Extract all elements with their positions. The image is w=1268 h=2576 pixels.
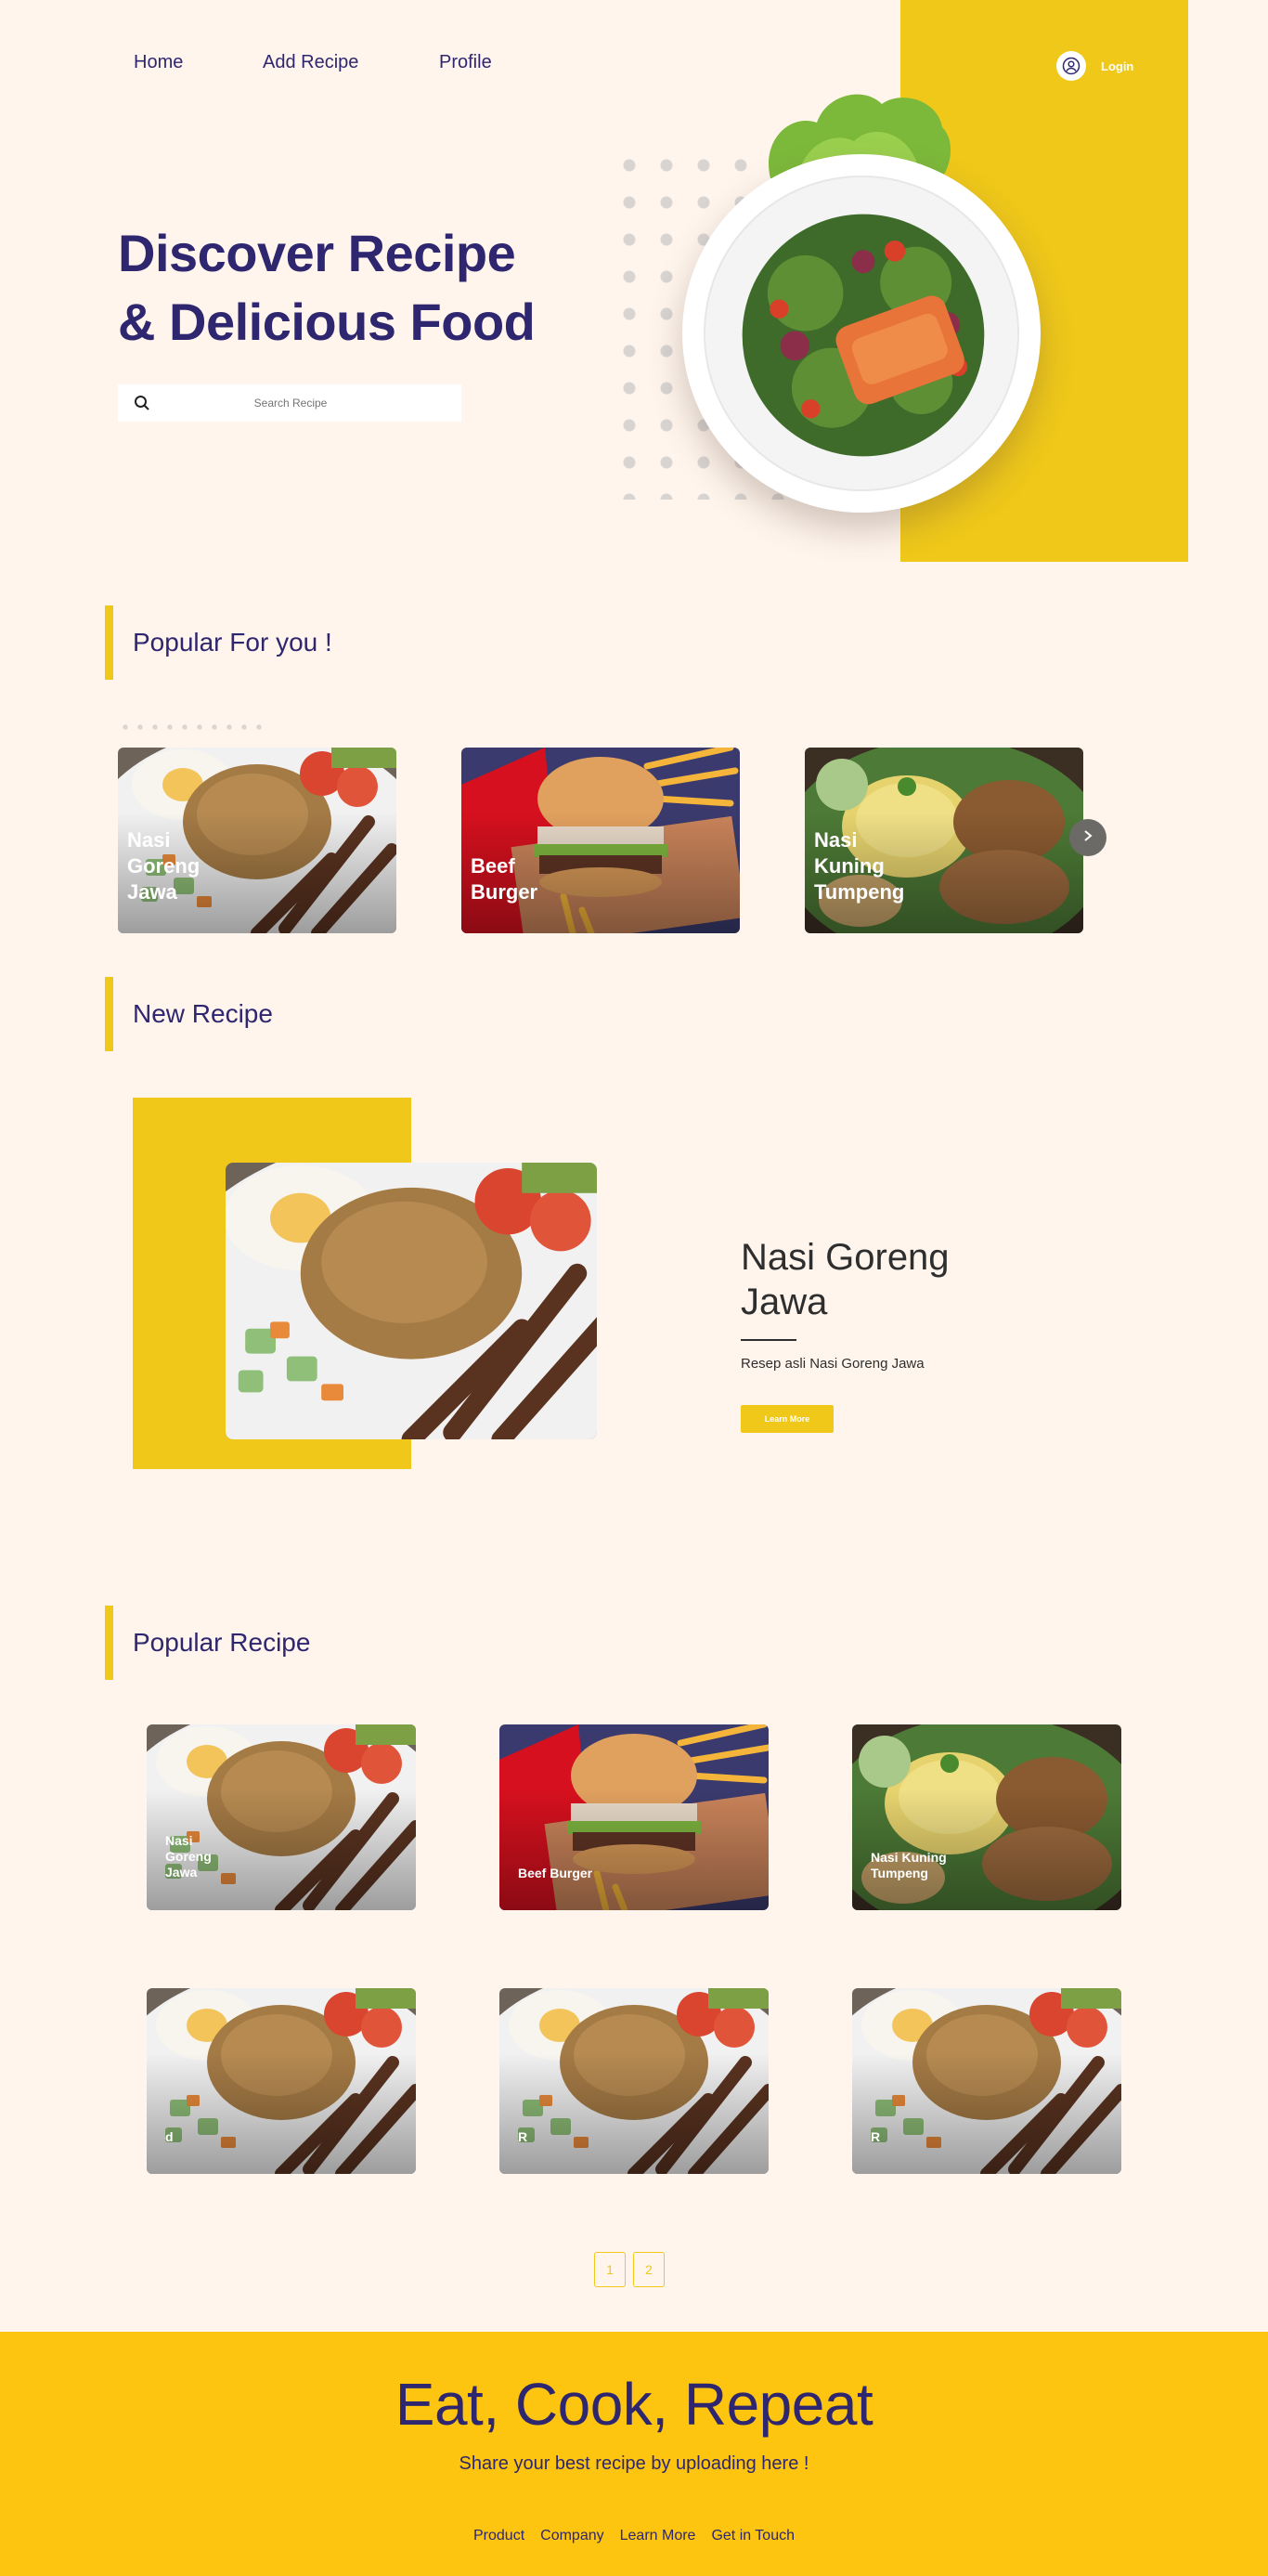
- footer-links: Product Company Learn More Get in Touch: [0, 2528, 1268, 2544]
- footer-link-get-in-touch[interactable]: Get in Touch: [711, 2528, 795, 2544]
- footer-link-company[interactable]: Company: [540, 2528, 603, 2544]
- card-label: Nasi Goreng Jawa: [165, 1833, 212, 1880]
- card-label: Nasi Kuning Tumpeng: [871, 1850, 947, 1880]
- new-recipe-title: Nasi Goreng Jawa: [741, 1237, 950, 1322]
- new-recipe-description: Resep asli Nasi Goreng Jawa: [741, 1356, 925, 1372]
- recipe-card[interactable]: Nasi Goreng Jawa: [147, 1724, 416, 1910]
- section-accent-bar: [105, 1606, 113, 1680]
- section-title-new-recipe: New Recipe: [133, 999, 273, 1028]
- login-button[interactable]: Login: [1056, 51, 1133, 81]
- popular-card-beef-burger[interactable]: Beef Burger: [461, 748, 740, 933]
- section-title-popular-for-you: Popular For you !: [133, 628, 332, 657]
- section-accent-bar: [105, 605, 113, 680]
- dot-pattern-small: [118, 722, 266, 732]
- divider: [741, 1339, 796, 1341]
- nav-home[interactable]: Home: [134, 52, 183, 73]
- footer-link-learn-more[interactable]: Learn More: [620, 2528, 696, 2544]
- page-button-1[interactable]: 1: [594, 2252, 626, 2287]
- popular-card-nasi-goreng-jawa[interactable]: Nasi Goreng Jawa: [118, 748, 396, 933]
- recipe-card[interactable]: d: [147, 1988, 416, 2174]
- login-label: Login: [1101, 59, 1134, 73]
- page-button-2[interactable]: 2: [633, 2252, 665, 2287]
- nav-profile[interactable]: Profile: [439, 52, 492, 73]
- card-label: Nasi Goreng Jawa: [127, 828, 201, 904]
- card-label: R: [518, 2129, 528, 2144]
- recipe-card[interactable]: R: [852, 1988, 1121, 2174]
- card-label: d: [165, 2129, 174, 2144]
- carousel-next-button[interactable]: [1069, 819, 1106, 856]
- search-input[interactable]: [161, 397, 421, 410]
- search-bar[interactable]: [118, 384, 461, 422]
- card-label: Beef Burger: [471, 854, 538, 904]
- card-label: Nasi Kuning Tumpeng: [814, 828, 905, 904]
- footer-title: Eat, Cook, Repeat: [395, 2371, 873, 2438]
- footer-link-product[interactable]: Product: [473, 2528, 524, 2544]
- section-accent-bar: [105, 977, 113, 1051]
- user-icon: [1056, 51, 1086, 81]
- new-recipe-image[interactable]: [226, 1163, 597, 1439]
- hero-salad-plate: [682, 154, 1041, 513]
- nav-add-recipe[interactable]: Add Recipe: [263, 52, 358, 73]
- chevron-right-icon: [1081, 829, 1094, 847]
- section-title-popular-recipe: Popular Recipe: [133, 1628, 311, 1657]
- recipe-card[interactable]: Nasi Kuning Tumpeng: [852, 1724, 1121, 1910]
- card-label: R: [871, 2129, 881, 2144]
- card-label: Beef Burger: [518, 1866, 593, 1880]
- popular-card-nasi-kuning-tumpeng[interactable]: Nasi Kuning Tumpeng: [805, 748, 1083, 933]
- search-icon[interactable]: [123, 384, 161, 422]
- hero-title: Discover Recipe & Delicious Food: [118, 224, 536, 351]
- footer-subtitle: Share your best recipe by uploading here…: [459, 2453, 809, 2474]
- learn-more-button[interactable]: Learn More: [741, 1405, 834, 1433]
- recipe-card[interactable]: R: [499, 1988, 769, 2174]
- recipe-card[interactable]: Beef Burger: [499, 1724, 769, 1910]
